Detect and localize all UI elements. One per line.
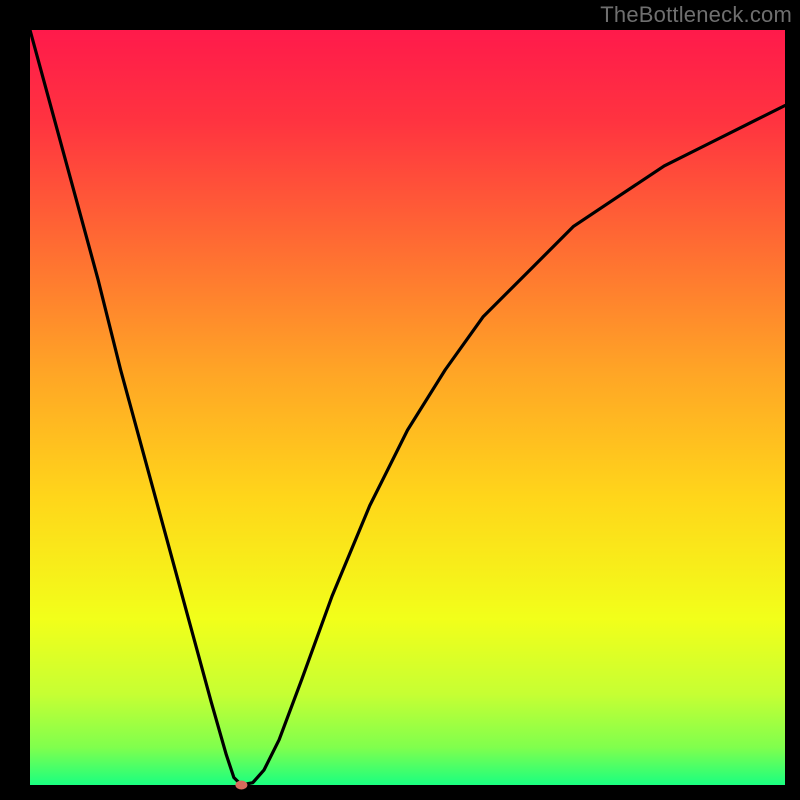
bottleneck-chart: [0, 0, 800, 800]
plot-background: [30, 30, 785, 785]
minimum-marker: [235, 781, 247, 790]
chart-frame: TheBottleneck.com: [0, 0, 800, 800]
watermark-text: TheBottleneck.com: [600, 2, 792, 28]
